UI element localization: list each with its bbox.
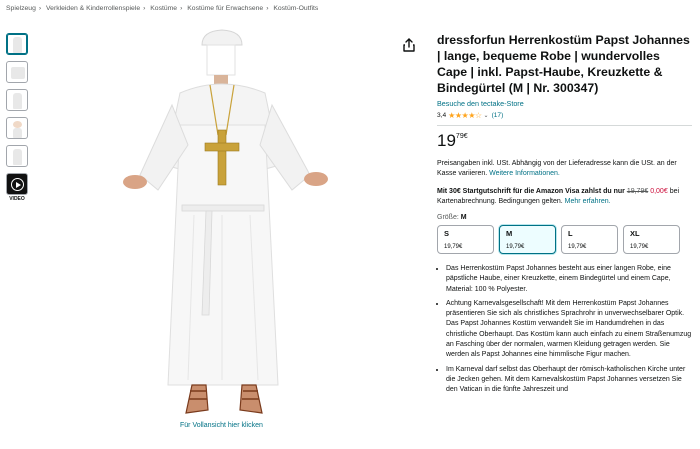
breadcrumb-item[interactable]: Kostüm-Outfits xyxy=(273,5,318,12)
thumbnail-video[interactable] xyxy=(6,173,28,195)
rating-row: 3,4 ★★★★☆ ⌄ (17) xyxy=(437,111,692,120)
vat-more-info-link[interactable]: Weitere Informationen. xyxy=(489,170,560,177)
share-icon[interactable] xyxy=(402,38,416,52)
breadcrumb-item[interactable]: Kostüme für Erwachsene xyxy=(187,5,263,12)
thumbnail-strip: VIDEO xyxy=(6,33,30,202)
size-option-xl[interactable]: XL 19,79€ xyxy=(623,225,680,254)
main-product-image[interactable] xyxy=(110,25,355,420)
price-fraction: 79 xyxy=(455,133,464,140)
size-label: Größe: M xyxy=(437,214,467,221)
feature-bullet: Im Karneval darf selbst das Oberhaupt de… xyxy=(446,365,692,396)
price-currency: € xyxy=(463,133,468,140)
thumbnail-image[interactable] xyxy=(6,145,28,167)
vat-info: Preisangaben inkl. USt. Abhängig von der… xyxy=(437,159,692,179)
promo-bold-text: Mit 30€ Startgutschrift für die Amazon V… xyxy=(437,188,625,195)
size-selected: M xyxy=(460,214,467,221)
chevron-down-icon[interactable]: ⌄ xyxy=(484,112,489,119)
product-details: dressforfun Herrenkostüm Papst Johannes … xyxy=(437,32,692,400)
price: 19 79 € xyxy=(437,132,692,149)
price-whole: 19 xyxy=(437,131,456,150)
store-link[interactable]: Besuche den tectake-Store xyxy=(437,99,692,108)
product-title: dressforfun Herrenkostüm Papst Johannes … xyxy=(437,33,690,95)
promo-more-link[interactable]: Mehr erfahren. xyxy=(565,198,611,205)
breadcrumb-item[interactable]: Spielzeug xyxy=(6,5,36,12)
video-label: VIDEO xyxy=(9,196,25,202)
rating-count-link[interactable]: (17) xyxy=(492,112,504,119)
play-icon xyxy=(11,178,24,191)
divider xyxy=(437,125,692,126)
breadcrumb-item[interactable]: Kostüme xyxy=(150,5,177,12)
promo-old-price: 19,79€ xyxy=(626,188,649,195)
star-rating-icon[interactable]: ★★★★☆ xyxy=(448,111,482,120)
size-option-m[interactable]: M 19,79€ xyxy=(499,225,556,254)
thumbnail-image[interactable] xyxy=(6,117,28,139)
size-option-s[interactable]: S 19,79€ xyxy=(437,225,494,254)
breadcrumb: Spielzeug › Verkleiden & Kinderrollenspie… xyxy=(6,5,319,12)
size-option-l[interactable]: L 19,79€ xyxy=(561,225,618,254)
thumbnail-image[interactable] xyxy=(6,89,28,111)
breadcrumb-item[interactable]: Verkleiden & Kinderrollenspiele xyxy=(46,5,140,12)
feature-bullet: Das Herrenkostüm Papst Johannes besteht … xyxy=(446,264,692,295)
view-full-size-link[interactable]: Für Vollansicht hier klicken xyxy=(180,422,263,429)
thumbnail-image[interactable] xyxy=(6,33,28,55)
feature-bullet: Achtung Karnevalsgesellschaft! Mit dem H… xyxy=(446,299,692,361)
thumbnail-image[interactable] xyxy=(6,61,28,83)
size-options: S 19,79€ M 19,79€ L 19,79€ XL 19,79€ xyxy=(437,225,692,254)
rating-value: 3,4 xyxy=(437,112,447,119)
promo-new-price: 0,00€ xyxy=(650,188,668,195)
feature-bullets: Das Herrenkostüm Papst Johannes besteht … xyxy=(437,264,692,396)
card-promo: Mit 30€ Startgutschrift für die Amazon V… xyxy=(437,187,692,207)
